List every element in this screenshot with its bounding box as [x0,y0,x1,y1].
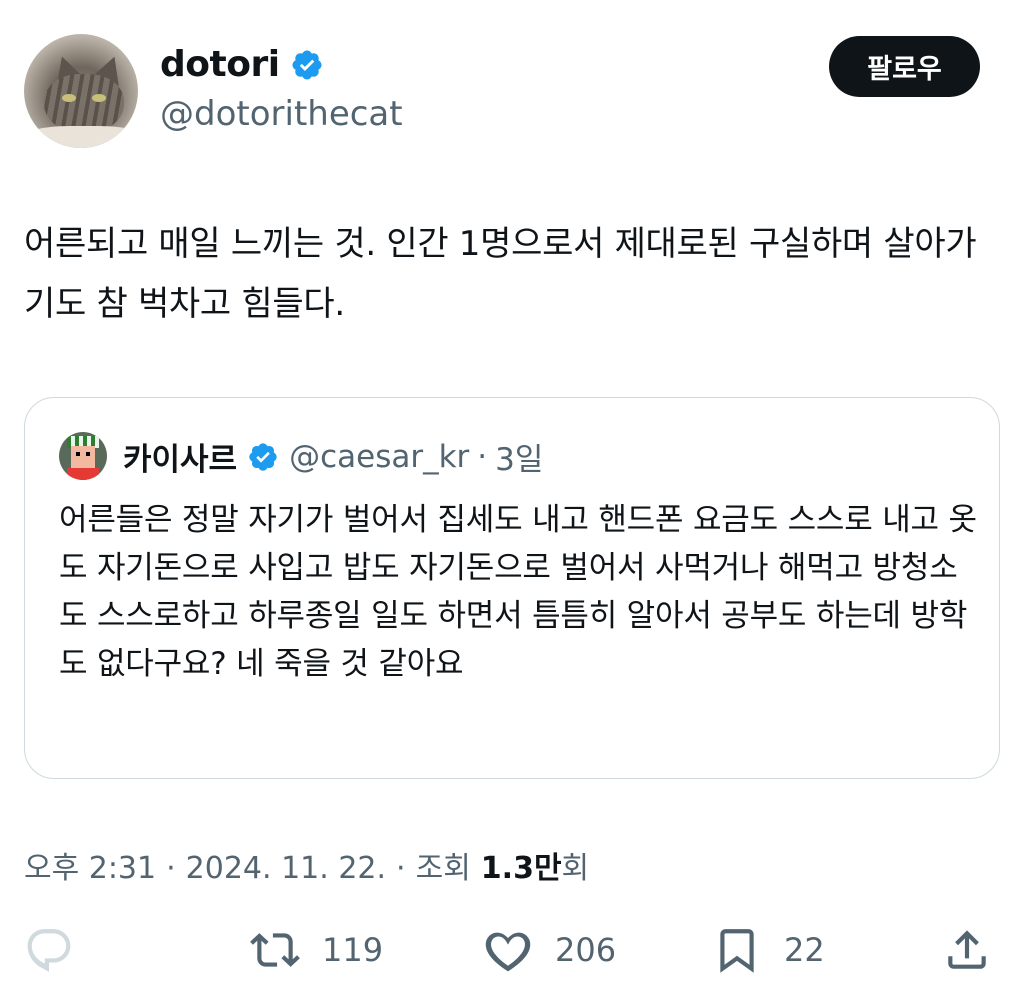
quote-avatar[interactable] [59,432,107,480]
tweet-time[interactable]: 오후 2:31 [24,843,156,887]
quote-author-name[interactable]: 카이사르 [123,434,237,479]
views-count: 1.3만 [480,851,562,886]
pixel-eye [86,452,90,456]
views-label: 조회 [415,851,471,886]
retweet-icon [250,933,300,967]
quote-text: 어른들은 정말 자기가 벌어서 집세도 내고 핸드폰 요금도 스스로 내고 옷도… [59,502,977,682]
cat-face [44,74,124,134]
separator-dot: · [166,851,176,886]
pixel-eye [76,452,80,456]
bookmark-button[interactable]: 22 [712,925,825,975]
quoted-tweet[interactable]: 카이사르 @caesar_kr · 3일 어른들은 정말 자기가 벌어서 집세도… [24,397,1000,779]
author-avatar[interactable] [24,34,138,148]
blanket [24,126,138,148]
retweet-button[interactable]: 119 [250,925,383,975]
tweet-date[interactable]: 2024. 11. 22. [186,851,386,886]
author-name[interactable]: dotori [160,44,280,85]
views-suffix: 회 [561,851,590,886]
retweet-count: 119 [322,931,384,969]
pixel-shirt [67,468,99,480]
bookmark-count: 22 [784,931,825,969]
share-icon [948,930,986,969]
separator-dot: · [396,851,406,886]
share-button[interactable] [942,925,992,975]
quote-author-handle[interactable]: @caesar_kr [289,439,469,475]
author-handle[interactable]: @dotorithecat [160,94,403,134]
author-name-row[interactable]: dotori [160,44,324,85]
bookmark-icon [720,929,754,973]
verified-badge-icon [249,442,277,471]
action-bar: 119 206 22 [0,925,1024,985]
pixel-face [71,446,95,468]
separator-dot: · [477,438,488,475]
follow-button[interactable]: 팔로우 [829,36,980,97]
verified-badge-icon [292,49,322,80]
cat-eye [62,94,76,102]
heart-icon [485,932,531,972]
tweet-text: 어른되고 매일 느끼는 것. 인간 1명으로서 제대로된 구실하며 살아가기도 … [24,224,977,324]
reply-icon [27,929,71,972]
quote-header: 카이사르 @caesar_kr · 3일 [123,434,543,479]
cat-eye [92,94,106,102]
like-count: 206 [555,931,617,969]
reply-button[interactable] [24,925,74,975]
like-button[interactable]: 206 [483,925,616,975]
tweet-meta: 오후 2:31 · 2024. 11. 22. · 조회 1.3만 회 [24,843,589,887]
quote-time[interactable]: 3일 [495,434,543,479]
